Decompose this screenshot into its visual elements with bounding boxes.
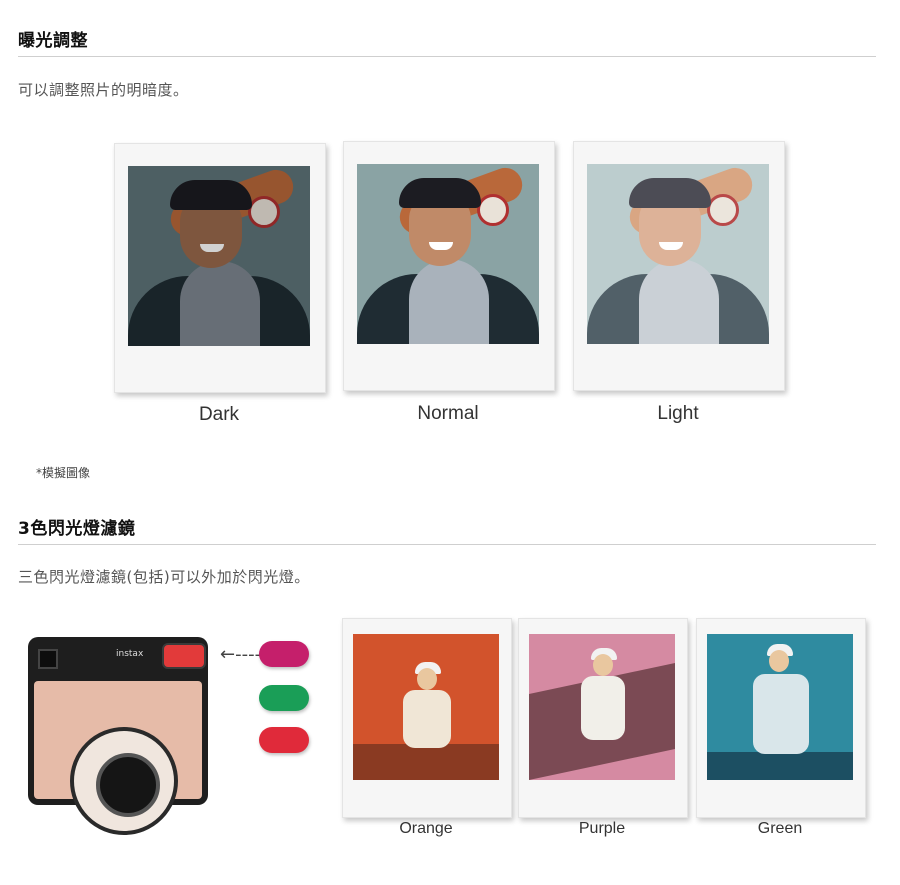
instax-camera-illustration: instax	[28, 637, 208, 835]
polaroid-light	[573, 141, 785, 391]
polaroid-normal	[343, 141, 555, 391]
divider	[18, 56, 876, 57]
photo-orange	[353, 634, 499, 780]
section-title-flash-filter: 3色閃光燈濾鏡	[18, 519, 136, 539]
caption-light: Light	[657, 403, 699, 424]
polaroid-dark	[114, 143, 326, 393]
viewfinder-icon	[38, 649, 58, 669]
caption-green: Green	[757, 820, 803, 837]
filter-red	[259, 727, 309, 753]
section-description-flash-filter: 三色閃光燈濾鏡(包括)可以外加於閃光燈。	[18, 568, 310, 586]
photo-purple	[529, 634, 675, 780]
divider	[18, 544, 876, 545]
lens-icon	[96, 753, 160, 817]
portrait-photo-normal	[357, 164, 539, 344]
section-title-exposure: 曝光調整	[18, 31, 88, 51]
polaroid-orange	[342, 618, 512, 818]
portrait-photo-light	[587, 164, 769, 344]
simulation-note: *模擬圖像	[36, 466, 91, 480]
section-description-exposure: 可以調整照片的明暗度。	[18, 81, 189, 99]
polaroid-purple	[518, 618, 688, 818]
filter-magenta	[259, 641, 309, 667]
polaroid-green	[696, 618, 866, 818]
caption-normal: Normal	[417, 403, 479, 424]
caption-purple: Purple	[578, 820, 626, 837]
portrait-photo-dark	[128, 166, 310, 346]
filter-green	[259, 685, 309, 711]
caption-dark: Dark	[198, 404, 240, 425]
caption-orange: Orange	[399, 820, 453, 837]
camera-brand: instax	[116, 649, 144, 659]
flash-icon	[162, 643, 206, 669]
photo-green	[707, 634, 853, 780]
